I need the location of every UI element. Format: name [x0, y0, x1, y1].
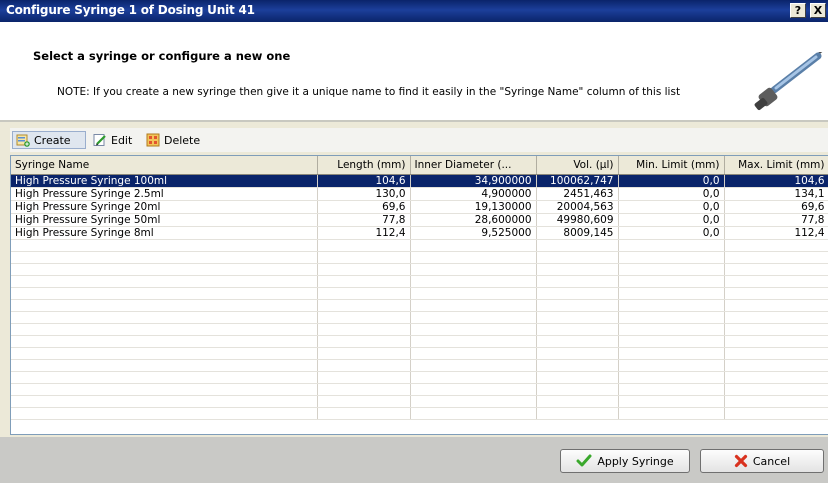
table-row[interactable]: High Pressure Syringe 100ml 104,6 34,900…	[11, 174, 828, 188]
empty-row	[11, 251, 828, 264]
toolbar: Create Edit Delete	[10, 128, 828, 152]
empty-row	[11, 311, 828, 324]
cell-max-limit: 69,6	[724, 200, 828, 214]
empty-row	[11, 275, 828, 288]
empty-row	[11, 323, 828, 336]
cell-volume: 100062,747	[536, 174, 619, 188]
column-header[interactable]: Max. Limit (mm)	[724, 156, 828, 175]
apply-syringe-label: Apply Syringe	[597, 454, 674, 468]
table-header-row: Syringe Name Length (mm) Inner Diameter …	[11, 156, 828, 175]
empty-row	[11, 263, 828, 276]
header-panel: Select a syringe or configure a new one …	[0, 22, 828, 122]
table-row[interactable]: High Pressure Syringe 20ml 69,6 19,13000…	[11, 200, 828, 214]
cancel-label: Cancel	[752, 454, 791, 468]
table-row[interactable]: High Pressure Syringe 8ml 112,4 9,525000…	[11, 226, 828, 240]
empty-row	[11, 299, 828, 312]
cell-min-limit: 0,0	[618, 226, 725, 240]
empty-row	[11, 407, 828, 420]
footer-bar: Apply Syringe Cancel	[0, 437, 828, 483]
cell-syringe-name: High Pressure Syringe 100ml	[11, 174, 318, 188]
empty-row	[11, 383, 828, 396]
cell-inner-diameter: 9,525000	[410, 226, 537, 240]
cell-inner-diameter: 19,130000	[410, 200, 537, 214]
cell-volume: 8009,145	[536, 226, 619, 240]
syringe-table: Syringe Name Length (mm) Inner Diameter …	[10, 155, 828, 435]
column-header[interactable]: Length (mm)	[317, 156, 411, 175]
title-bar[interactable]: Configure Syringe 1 of Dosing Unit 41 ? …	[0, 0, 828, 22]
create-label: Create	[34, 133, 71, 147]
empty-row	[11, 359, 828, 372]
header-title: Select a syringe or configure a new one	[33, 49, 291, 63]
cell-inner-diameter: 34,900000	[410, 174, 537, 188]
cell-length: 77,8	[317, 213, 411, 227]
checkmark-icon	[576, 454, 592, 467]
cell-min-limit: 0,0	[618, 200, 725, 214]
cell-volume: 2451,463	[536, 187, 619, 201]
cell-min-limit: 0,0	[618, 187, 725, 201]
window-title: Configure Syringe 1 of Dosing Unit 41	[6, 3, 255, 17]
edit-label: Edit	[111, 133, 133, 147]
syringe-icon	[754, 52, 823, 111]
empty-row	[11, 347, 828, 360]
cell-max-limit: 104,6	[724, 174, 828, 188]
configure-syringe-dialog: Configure Syringe 1 of Dosing Unit 41 ? …	[0, 0, 828, 483]
help-button[interactable]: ?	[790, 3, 806, 18]
cell-length: 104,6	[317, 174, 411, 188]
cell-max-limit: 77,8	[724, 213, 828, 227]
cell-min-limit: 0,0	[618, 213, 725, 227]
cell-length: 112,4	[317, 226, 411, 240]
empty-row	[11, 395, 828, 408]
header-note: NOTE: If you create a new syringe then g…	[57, 86, 681, 98]
column-header[interactable]: Syringe Name	[11, 156, 318, 175]
close-button[interactable]: X	[810, 3, 826, 18]
cancel-button[interactable]: Cancel	[700, 449, 824, 473]
cell-min-limit: 0,0	[618, 174, 725, 188]
cell-length: 130,0	[317, 187, 411, 201]
delete-button[interactable]: Delete	[143, 131, 203, 149]
edit-icon	[93, 134, 106, 146]
cell-syringe-name: High Pressure Syringe 8ml	[11, 226, 318, 240]
cell-max-limit: 134,1	[724, 187, 828, 201]
cell-syringe-name: High Pressure Syringe 20ml	[11, 200, 318, 214]
cell-syringe-name: High Pressure Syringe 2.5ml	[11, 187, 318, 201]
column-header[interactable]: Min. Limit (mm)	[618, 156, 725, 175]
cell-volume: 49980,609	[536, 213, 619, 227]
delete-label: Delete	[164, 133, 201, 147]
create-button[interactable]: Create	[12, 131, 86, 149]
table-row[interactable]: High Pressure Syringe 2.5ml 130,0 4,9000…	[11, 187, 828, 201]
cell-length: 69,6	[317, 200, 411, 214]
delete-icon	[146, 133, 160, 147]
cell-inner-diameter: 4,900000	[410, 187, 537, 201]
cell-syringe-name: High Pressure Syringe 50ml	[11, 213, 318, 227]
table-row[interactable]: High Pressure Syringe 50ml 77,8 28,60000…	[11, 213, 828, 227]
empty-row	[11, 287, 828, 300]
column-header[interactable]: Inner Diameter (...	[410, 156, 537, 175]
cell-inner-diameter: 28,600000	[410, 213, 537, 227]
empty-row	[11, 335, 828, 348]
edit-button[interactable]: Edit	[90, 131, 135, 149]
empty-row	[11, 371, 828, 384]
apply-syringe-button[interactable]: Apply Syringe	[560, 449, 690, 473]
column-header[interactable]: Vol. (µl)	[536, 156, 619, 175]
cell-volume: 20004,563	[536, 200, 619, 214]
cell-max-limit: 112,4	[724, 226, 828, 240]
x-mark-icon	[734, 454, 747, 468]
create-icon	[16, 134, 30, 147]
empty-row	[11, 239, 828, 252]
